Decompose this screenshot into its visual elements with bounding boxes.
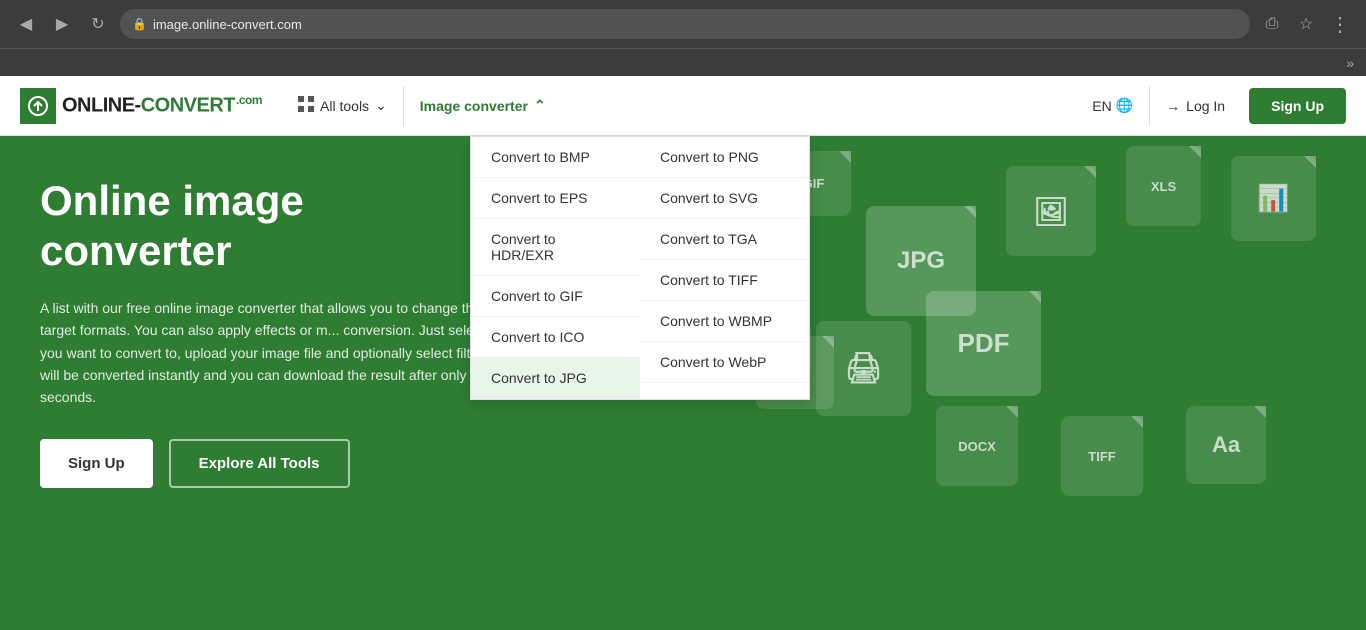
chart-icon: 📊 [1231, 156, 1316, 241]
all-tools-button[interactable]: All tools ⌄ [282, 76, 403, 136]
hero-buttons: Sign Up Explore All Tools [40, 439, 700, 488]
forward-button[interactable]: ▶ [48, 10, 76, 38]
bookmarks-bar: » [0, 48, 1366, 76]
xls-icon: XLS [1126, 146, 1201, 226]
hero-icons: GIF JPG 🖼 XLS 📊 [766, 136, 1366, 630]
convert-to-png[interactable]: Convert to PNG [640, 137, 809, 178]
logo-icon [20, 88, 56, 124]
convert-to-webp[interactable]: Convert to WebP [640, 342, 809, 383]
all-tools-chevron: ⌄ [375, 97, 387, 114]
convert-to-tiff[interactable]: Convert to TIFF [640, 260, 809, 301]
font-icon: Aa [1186, 406, 1266, 484]
dropdown-right-col: Convert to PNG Convert to SVG Convert to… [640, 137, 809, 399]
login-icon: → [1166, 98, 1180, 114]
image-file-icon: 🖼 [1006, 166, 1096, 256]
image-converter-button[interactable]: Image converter ⌃ [404, 76, 562, 136]
convert-to-wbmp[interactable]: Convert to WBMP [640, 301, 809, 342]
image-converter-label: Image converter [420, 98, 528, 114]
url-text: image.online-convert.com [153, 17, 302, 32]
login-label: Log In [1186, 98, 1225, 114]
back-button[interactable]: ◀ [12, 10, 40, 38]
docx-icon: DOCX [936, 406, 1018, 486]
convert-to-eps[interactable]: Convert to EPS [471, 178, 640, 219]
browser-actions: ⎙ ☆ ⋮ [1258, 8, 1354, 41]
bookmark-button[interactable]: ☆ [1292, 10, 1320, 38]
convert-to-svg[interactable]: Convert to SVG [640, 178, 809, 219]
website-content: ONLINE‑CONVERT.com All tools ⌄ Image con… [0, 76, 1366, 630]
convert-to-jpg[interactable]: Convert to JPG [471, 358, 640, 399]
all-tools-label: All tools [320, 98, 369, 114]
convert-to-ico[interactable]: Convert to ICO [471, 317, 640, 358]
browser-chrome: ◀ ▶ ↻ 🔒 image.online-convert.com ⎙ ☆ ⋮ [0, 0, 1366, 48]
grid-icon [298, 96, 314, 115]
printer-icon: 🖨 [816, 321, 911, 416]
language-selector[interactable]: EN 🌐 [1076, 97, 1149, 114]
bookmarks-arrow[interactable]: » [1346, 55, 1354, 71]
share-button[interactable]: ⎙ [1258, 10, 1286, 38]
globe-icon: 🌐 [1116, 97, 1133, 114]
login-button[interactable]: → Log In [1150, 98, 1241, 114]
hero-explore-button[interactable]: Explore All Tools [169, 439, 350, 488]
lang-label: EN [1092, 98, 1111, 114]
convert-to-hdr-exr[interactable]: Convert to HDR/EXR [471, 219, 640, 276]
tiff-icon: TIFF [1061, 416, 1143, 496]
logo-text: ONLINE‑CONVERT.com [62, 93, 262, 118]
browser-menu-button[interactable]: ⋮ [1326, 8, 1354, 41]
lock-icon: 🔒 [132, 17, 147, 31]
top-nav: ONLINE‑CONVERT.com All tools ⌄ Image con… [0, 76, 1366, 136]
image-converter-dropdown: Convert to BMP Convert to EPS Convert to… [470, 136, 810, 400]
hero-signup-button[interactable]: Sign Up [40, 439, 153, 488]
pdf-icon: PDF [926, 291, 1041, 396]
logo-area[interactable]: ONLINE‑CONVERT.com [20, 88, 262, 124]
signup-nav-button[interactable]: Sign Up [1249, 88, 1346, 124]
dropdown-left-col: Convert to BMP Convert to EPS Convert to… [471, 137, 640, 399]
convert-to-tga[interactable]: Convert to TGA [640, 219, 809, 260]
url-bar[interactable]: 🔒 image.online-convert.com [120, 9, 1250, 39]
reload-button[interactable]: ↻ [84, 10, 112, 38]
convert-to-gif[interactable]: Convert to GIF [471, 276, 640, 317]
image-converter-chevron: ⌃ [534, 97, 546, 114]
convert-to-bmp[interactable]: Convert to BMP [471, 137, 640, 178]
